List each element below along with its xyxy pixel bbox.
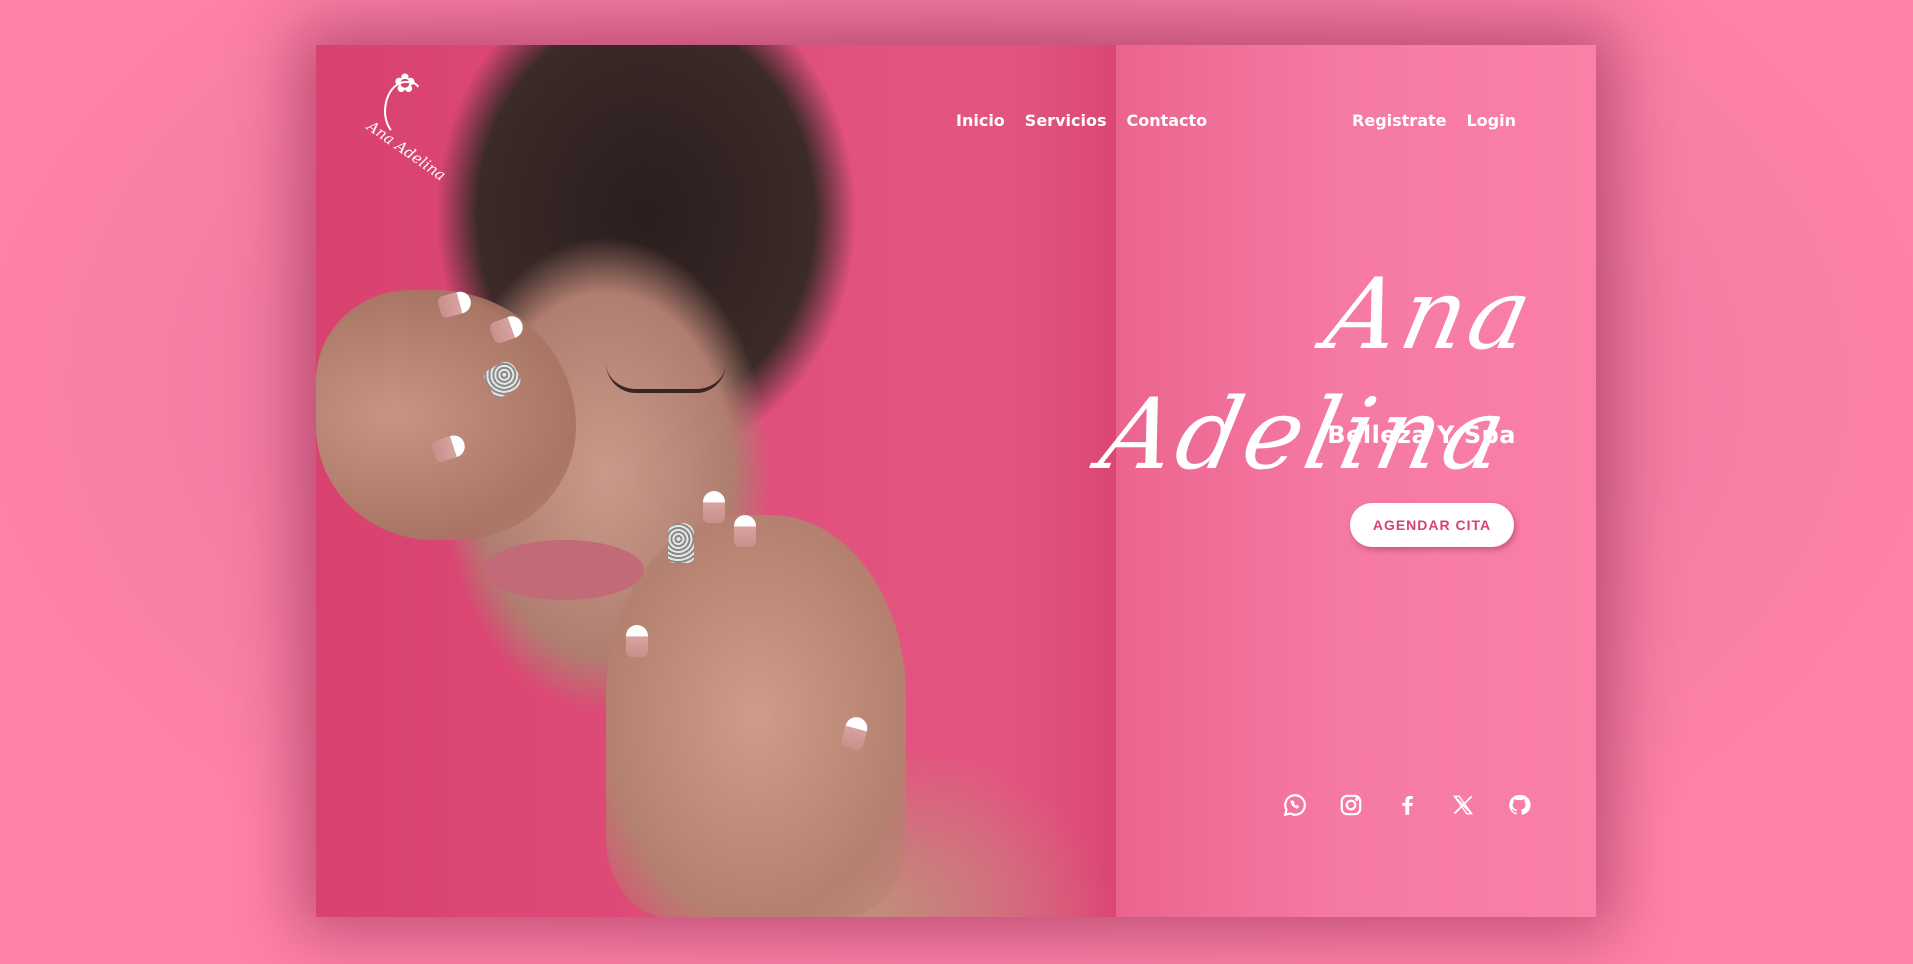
auth-nav: Registrate Login <box>1352 111 1516 130</box>
facebook-icon[interactable] <box>1394 792 1420 818</box>
nav-contacto[interactable]: Contacto <box>1126 111 1207 130</box>
social-links <box>1282 792 1532 818</box>
x-twitter-icon[interactable] <box>1450 792 1476 818</box>
photo-nail <box>734 515 756 547</box>
photo-lips <box>484 540 644 600</box>
nav-login[interactable]: Login <box>1466 111 1516 130</box>
photo-closed-eye <box>606 363 726 393</box>
hero-subtitle: Belleza Y Spa <box>1327 421 1516 449</box>
main-nav: Inicio Servicios Contacto <box>956 111 1207 130</box>
photo-hand-left <box>316 290 576 540</box>
hero-title: Ana Adelina <box>1091 258 1545 492</box>
hero-card: ✿ Ana Adelina Inicio Servicios Contacto … <box>316 45 1596 917</box>
photo-nail <box>626 625 648 657</box>
github-icon[interactable] <box>1506 792 1532 818</box>
brand-logo[interactable]: ✿ Ana Adelina <box>364 67 449 184</box>
photo-hand-right <box>606 515 906 917</box>
instagram-icon[interactable] <box>1338 792 1364 818</box>
photo-nail <box>668 523 694 563</box>
nav-inicio[interactable]: Inicio <box>956 111 1005 130</box>
photo-nail <box>703 491 725 523</box>
whatsapp-icon[interactable] <box>1282 792 1308 818</box>
nav-servicios[interactable]: Servicios <box>1025 111 1107 130</box>
agendar-cita-button[interactable]: AGENDAR CITA <box>1350 503 1514 547</box>
nav-registrate[interactable]: Registrate <box>1352 111 1446 130</box>
